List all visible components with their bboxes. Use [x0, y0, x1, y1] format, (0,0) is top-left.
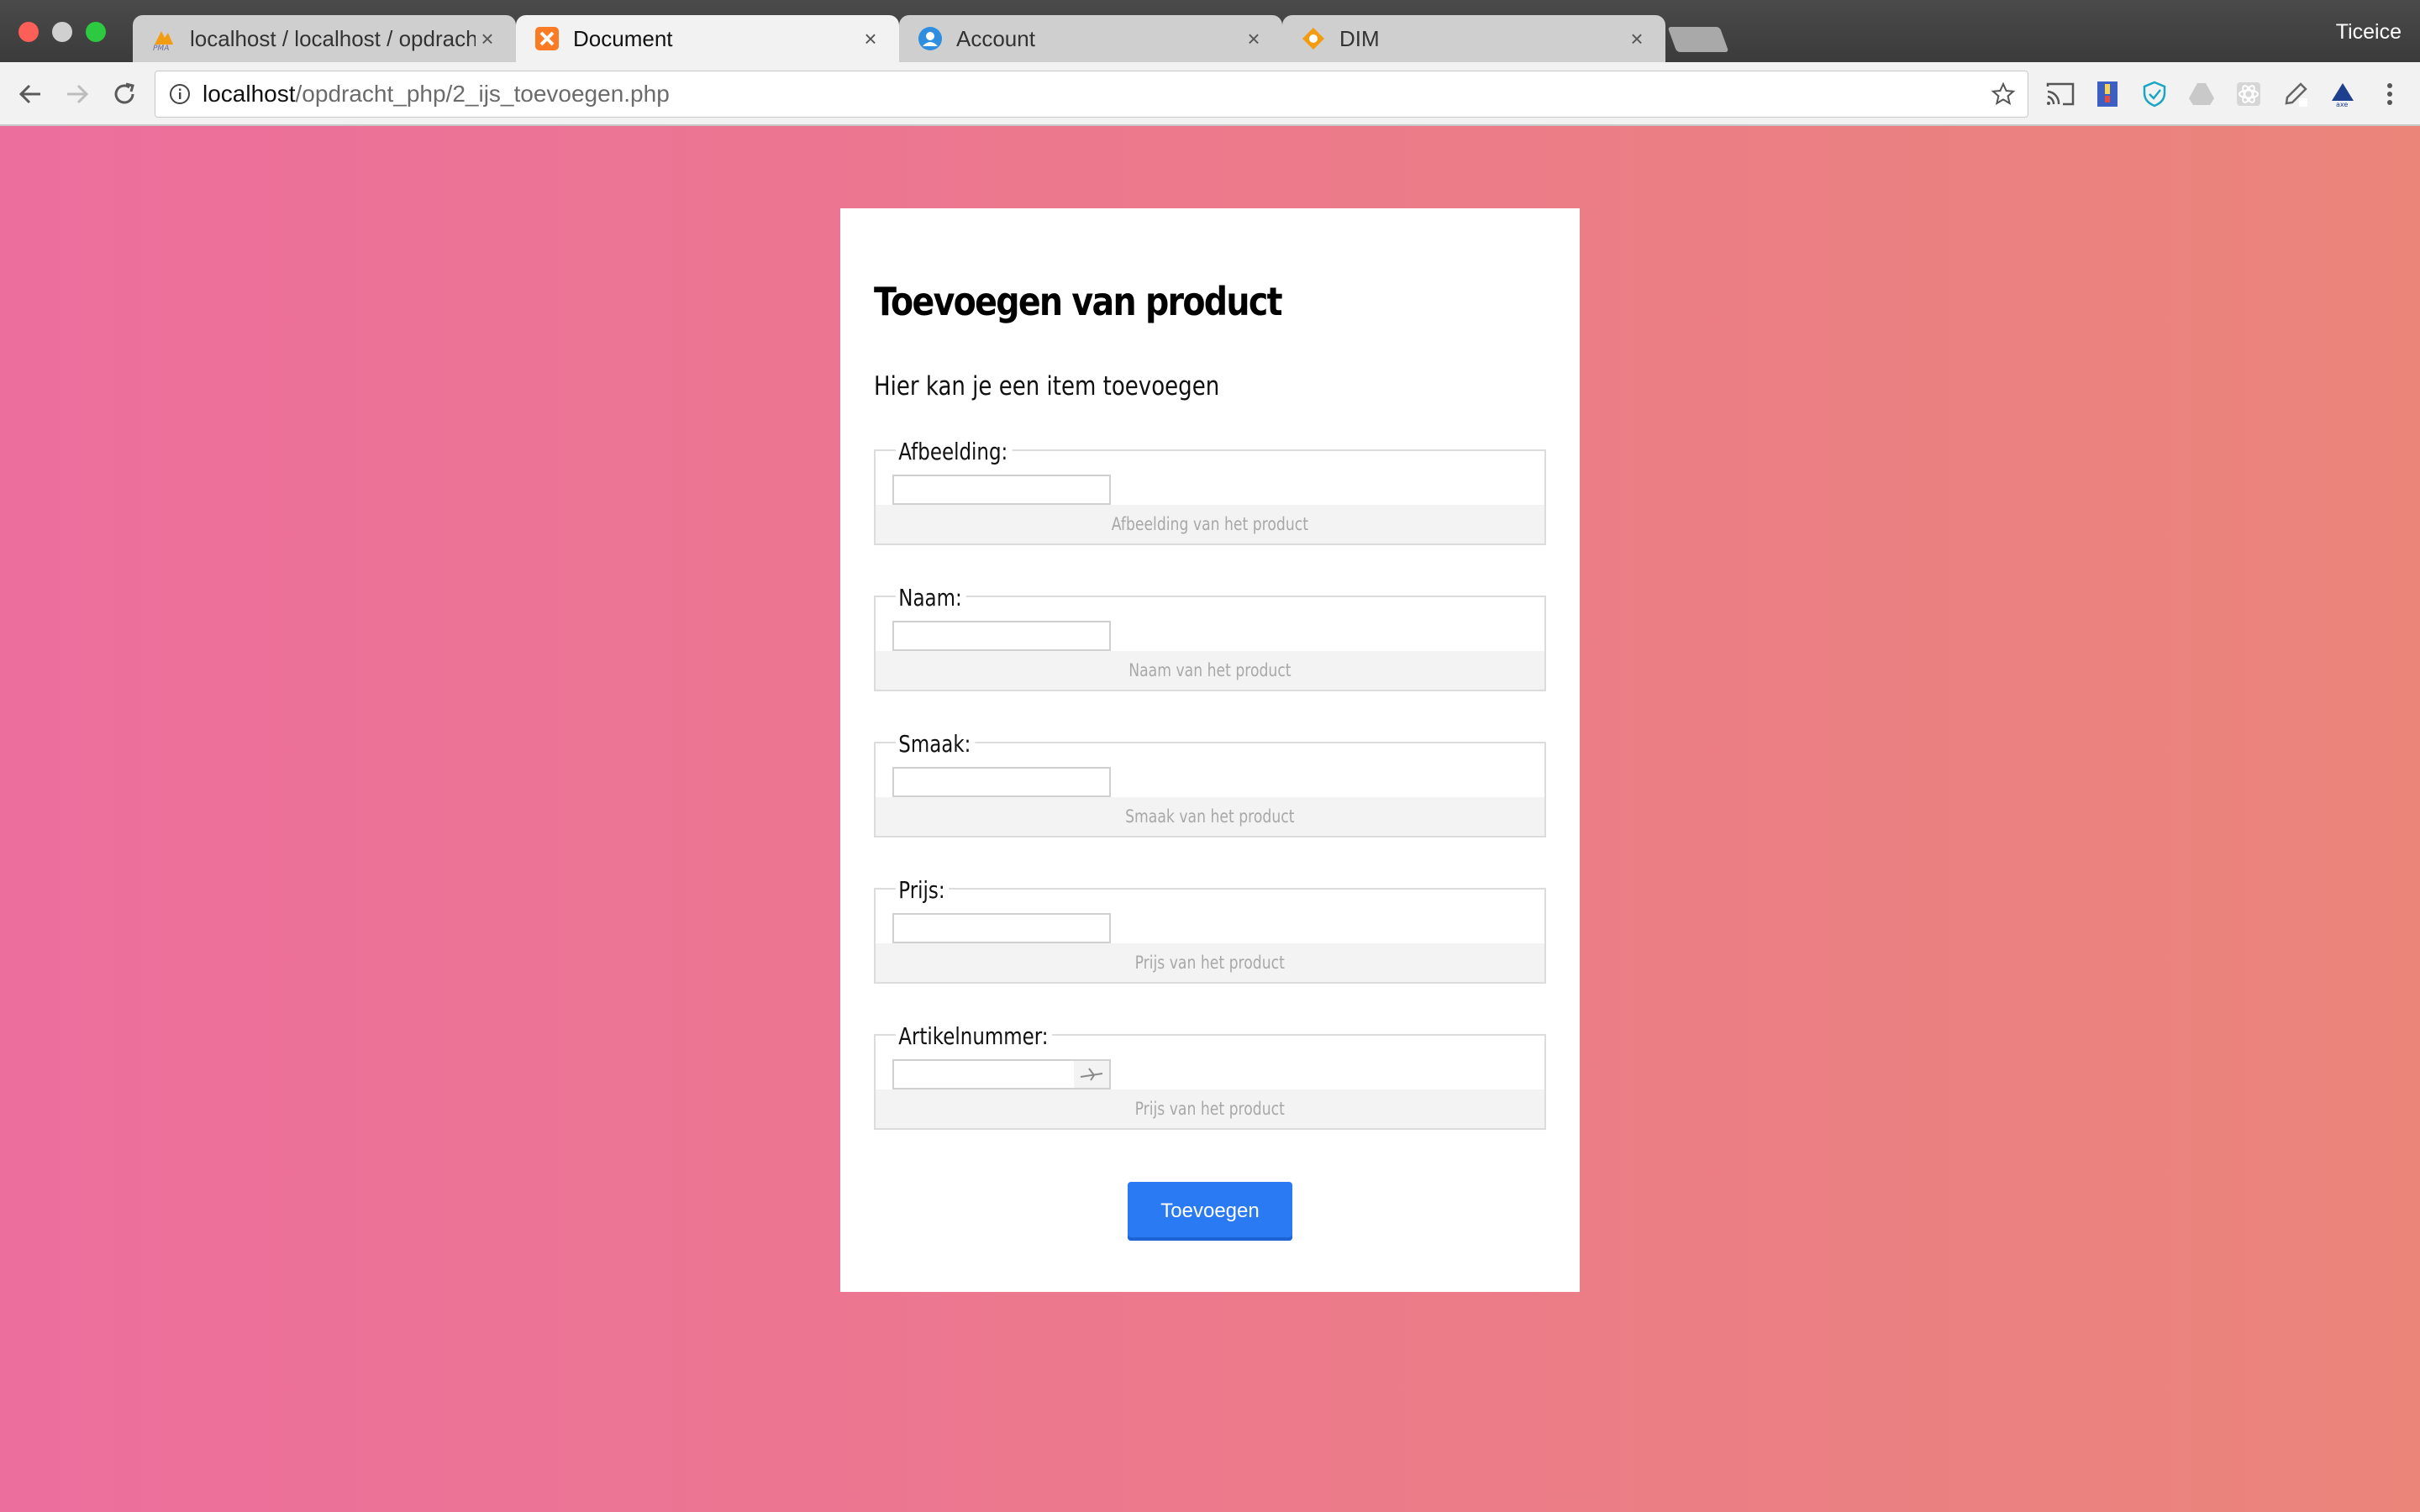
reload-icon[interactable] — [108, 77, 141, 111]
close-icon[interactable]: × — [476, 26, 499, 52]
window-minimize-button[interactable] — [52, 22, 72, 42]
close-icon[interactable]: × — [1242, 26, 1265, 52]
browser-toolbar: localhost/opdracht_php/2_ijs_toevoegen.p… — [0, 62, 2420, 126]
svg-text:axe: axe — [2336, 101, 2348, 108]
google-drive-icon[interactable] — [2186, 79, 2217, 109]
dim-icon — [1301, 26, 1326, 51]
field-label: Afbeelding: — [896, 438, 1013, 465]
xampp-icon — [534, 26, 560, 51]
field-artikelnummer: Artikelnummer: Prijs van het product — [874, 1022, 1546, 1130]
info-icon[interactable] — [169, 83, 191, 105]
naam-input[interactable] — [892, 621, 1111, 651]
field-help-text: Prijs van het product — [876, 943, 1544, 982]
close-icon[interactable]: × — [1625, 26, 1649, 52]
smaak-input[interactable] — [892, 767, 1111, 797]
field-help-text: Prijs van het product — [876, 1089, 1544, 1128]
bookmark-star-icon[interactable] — [1991, 81, 2016, 113]
eyedropper-icon[interactable] — [2281, 79, 2311, 109]
phpmyadmin-icon: PMA — [151, 26, 176, 51]
afbeelding-input[interactable] — [892, 475, 1111, 505]
tab-title: DIM — [1339, 25, 1380, 51]
tab-document[interactable]: Document × — [516, 15, 899, 62]
profile-name[interactable]: Ticeice — [2336, 20, 2402, 45]
autofill-key-icon[interactable] — [1074, 1061, 1109, 1088]
back-arrow-icon[interactable] — [13, 77, 47, 111]
account-icon — [918, 26, 943, 51]
field-help-text: Afbeelding van het product — [876, 505, 1544, 543]
field-label: Naam: — [896, 584, 966, 612]
forward-arrow-icon[interactable] — [60, 77, 94, 111]
extension-react-icon[interactable] — [2233, 79, 2264, 109]
url-path: /opdracht_php/2_ijs_toevoegen.php — [295, 81, 670, 107]
field-smaak: Smaak: Smaak van het product — [874, 730, 1546, 837]
tab-title: Account — [956, 25, 1035, 51]
tab-title: localhost / localhost / opdracht — [190, 25, 476, 51]
field-help-text: Smaak van het product — [876, 797, 1544, 836]
tab-title: Document — [573, 25, 673, 51]
field-afbeelding: Afbeelding: Afbeelding van het product — [874, 438, 1546, 545]
extension-blue-book-icon[interactable] — [2092, 79, 2123, 109]
new-tab-button[interactable] — [1667, 27, 1729, 52]
field-naam: Naam: Naam van het product — [874, 584, 1546, 691]
form-subtitle: Hier kan je een item toevoegen — [874, 371, 1220, 402]
window-zoom-button[interactable] — [86, 22, 106, 42]
field-label: Smaak: — [896, 730, 976, 758]
page-title: Toevoegen van product — [874, 279, 1282, 324]
svg-text:PMA: PMA — [153, 45, 169, 51]
toevoegen-button[interactable]: Toevoegen — [1128, 1182, 1292, 1241]
field-help-text: Naam van het product — [876, 651, 1544, 690]
address-bar[interactable]: localhost/opdracht_php/2_ijs_toevoegen.p… — [155, 71, 2028, 118]
kebab-menu-icon[interactable] — [2375, 79, 2405, 109]
tab-dim[interactable]: DIM × — [1282, 15, 1665, 62]
field-label: Prijs: — [896, 876, 950, 904]
prijs-input[interactable] — [892, 913, 1111, 943]
field-prijs: Prijs: Prijs van het product — [874, 876, 1546, 984]
extension-axe-icon[interactable]: axe — [2328, 79, 2358, 109]
extension-shield-icon[interactable] — [2139, 79, 2170, 109]
form-card: Toevoegen van product Hier kan je een it… — [840, 208, 1580, 1292]
field-label: Artikelnummer: — [896, 1022, 1053, 1050]
page-background: Toevoegen van product Hier kan je een it… — [0, 126, 2420, 1512]
window-close-button[interactable] — [18, 22, 39, 42]
url-host: localhost — [203, 81, 296, 107]
cast-icon[interactable] — [2045, 79, 2075, 109]
tab-phpmyadmin[interactable]: PMA localhost / localhost / opdracht × — [133, 15, 516, 62]
browser-tab-strip: PMA localhost / localhost / opdracht × D… — [0, 0, 2420, 62]
close-icon[interactable]: × — [859, 26, 882, 52]
tab-account[interactable]: Account × — [899, 15, 1282, 62]
